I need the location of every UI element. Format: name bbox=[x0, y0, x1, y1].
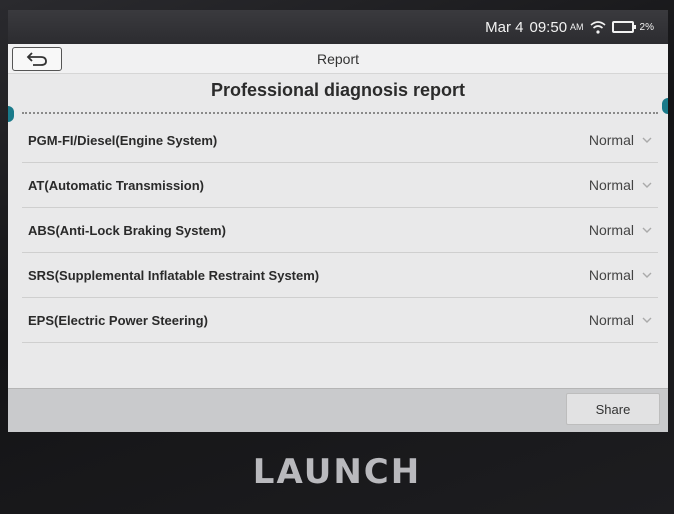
report-heading: Professional diagnosis report bbox=[210, 80, 466, 100]
bottom-bar: Share bbox=[8, 388, 668, 432]
list-item[interactable]: SRS(Supplemental Inflatable Restraint Sy… bbox=[22, 253, 658, 298]
page-title: Report bbox=[316, 51, 360, 67]
status-date: Mar 4 bbox=[485, 18, 524, 36]
chevron-down-icon bbox=[642, 272, 652, 278]
status-bar-area: Mar 4 09:50 AM 2% bbox=[8, 10, 668, 44]
system-status[interactable]: Normal bbox=[589, 267, 652, 283]
list-item[interactable]: PGM-FI/Diesel(Engine System) Normal bbox=[22, 118, 658, 163]
status-time: 09:50 bbox=[529, 18, 568, 36]
battery-icon bbox=[611, 21, 636, 33]
system-status[interactable]: Normal bbox=[589, 177, 652, 193]
list-item[interactable]: AT(Automatic Transmission) Normal bbox=[22, 163, 658, 208]
app-screen: Report Professional diagnosis report PGM… bbox=[8, 44, 668, 432]
wifi-icon bbox=[590, 20, 606, 34]
status-value: Normal bbox=[588, 222, 634, 238]
status-value: Normal bbox=[588, 132, 634, 148]
status-ampm: AM bbox=[570, 22, 584, 32]
system-status[interactable]: Normal bbox=[589, 312, 652, 328]
system-list: PGM-FI/Diesel(Engine System) Normal AT(A… bbox=[22, 118, 658, 343]
system-name: AT(Automatic Transmission) bbox=[28, 177, 205, 193]
system-name: EPS(Electric Power Steering) bbox=[28, 312, 208, 328]
battery-percent: 2% bbox=[639, 21, 654, 33]
system-status[interactable]: Normal bbox=[589, 222, 652, 238]
status-value: Normal bbox=[588, 177, 634, 193]
system-name: ABS(Anti-Lock Braking System) bbox=[28, 222, 226, 238]
status-bar: Mar 4 09:50 AM 2% bbox=[8, 10, 668, 44]
system-name: PGM-FI/Diesel(Engine System) bbox=[28, 132, 218, 148]
chevron-down-icon bbox=[642, 317, 652, 323]
share-button[interactable]: Share bbox=[566, 393, 660, 425]
accent-marker-left bbox=[8, 106, 14, 122]
chevron-down-icon bbox=[642, 227, 652, 233]
dotted-divider bbox=[22, 112, 658, 114]
accent-marker-right bbox=[662, 98, 668, 114]
system-status[interactable]: Normal bbox=[589, 132, 652, 148]
brand-logo: LAUNCH bbox=[252, 452, 422, 492]
status-value: Normal bbox=[588, 267, 634, 283]
system-name: SRS(Supplemental Inflatable Restraint Sy… bbox=[28, 267, 320, 283]
chevron-down-icon bbox=[642, 137, 652, 143]
list-item[interactable]: ABS(Anti-Lock Braking System) Normal bbox=[22, 208, 658, 253]
status-value: Normal bbox=[588, 312, 634, 328]
title-bar: Report bbox=[8, 44, 668, 74]
chevron-down-icon bbox=[642, 182, 652, 188]
list-item[interactable]: EPS(Electric Power Steering) Normal bbox=[22, 298, 658, 343]
